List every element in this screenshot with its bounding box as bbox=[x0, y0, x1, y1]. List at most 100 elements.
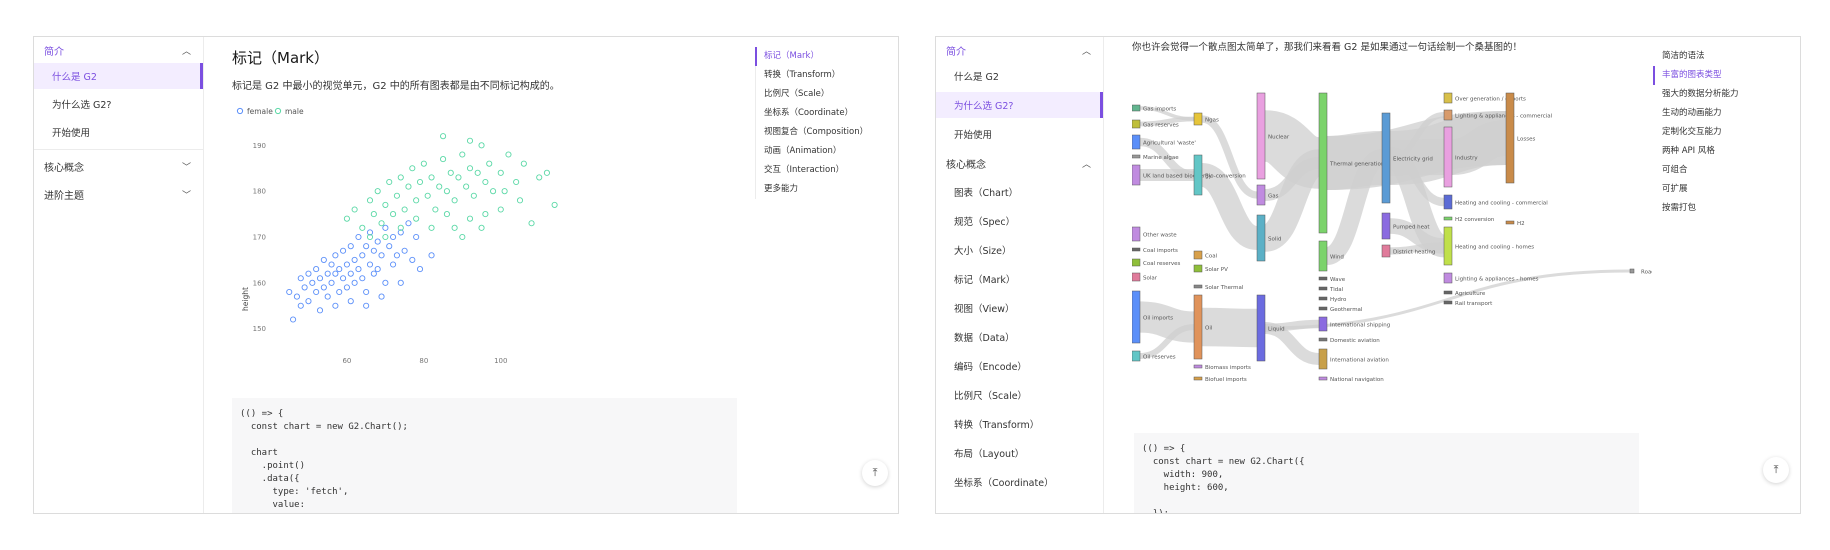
scatter-point-male bbox=[393, 192, 400, 199]
sankey-node-label: Hydro bbox=[1330, 297, 1347, 303]
sidebar-group-intro[interactable]: 简介 ︿ bbox=[936, 37, 1103, 63]
sankey-node-label: Coal imports bbox=[1143, 248, 1178, 254]
sankey-node-label: Oil imports bbox=[1143, 316, 1173, 322]
toc-item[interactable]: 视图复合（Composition） bbox=[756, 123, 868, 142]
code-block[interactable]: (() => { const chart = new G2.Chart(); c… bbox=[232, 398, 737, 513]
sidebar-item-label: 标记（Mark） bbox=[954, 275, 1016, 286]
toc-item[interactable]: 转换（Transform） bbox=[756, 66, 868, 85]
scatter-point-male bbox=[413, 197, 420, 204]
sidebar-group-core-concepts[interactable]: 核心概念 ︿ bbox=[936, 150, 1103, 176]
scatter-point-female bbox=[347, 270, 354, 277]
toc-item[interactable]: 可组合 bbox=[1654, 161, 1739, 180]
scatter-point-male bbox=[382, 233, 389, 241]
sidebar-group-label: 进阶主题 bbox=[44, 190, 84, 202]
toc-item[interactable]: 比例尺（Scale） bbox=[756, 85, 868, 104]
sidebar-item-label: 开始使用 bbox=[52, 128, 91, 139]
scatter-point-male bbox=[455, 174, 462, 181]
sidebar-item-label: 坐标系（Coordinate） bbox=[954, 478, 1054, 489]
toc-item[interactable]: 两种 API 风格 bbox=[1654, 142, 1739, 161]
scatter-point-female bbox=[359, 252, 366, 259]
scatter-point-female bbox=[393, 252, 400, 259]
scatter-point-male bbox=[401, 206, 408, 213]
toc-item[interactable]: 强大的数据分析能力 bbox=[1654, 85, 1739, 104]
sidebar-item-core-3[interactable]: 标记（Mark） bbox=[936, 266, 1103, 292]
legend-label-male: male bbox=[285, 107, 304, 116]
scatter-point-female bbox=[347, 298, 354, 305]
sidebar-item-getting-started[interactable]: 开始使用 bbox=[34, 119, 203, 145]
code-block[interactable]: (() => { const chart = new G2.Chart({ wi… bbox=[1134, 433, 1639, 513]
scatter-point-female bbox=[355, 266, 362, 273]
arrow-up-icon: ⤒ bbox=[1773, 463, 1779, 476]
back-to-top-button[interactable]: ⤒ bbox=[862, 460, 888, 486]
toc-item[interactable]: 标记（Mark） bbox=[755, 47, 868, 66]
scatter-point-male bbox=[516, 197, 524, 204]
scatter-point-male bbox=[463, 183, 470, 190]
toc: 标记（Mark） 转换（Transform） 比例尺（Scale） 坐标系（Coord… bbox=[755, 47, 868, 199]
scatter-point-female bbox=[390, 261, 397, 268]
sidebar-item-why-g2[interactable]: 为什么选 G2? bbox=[34, 91, 203, 117]
back-to-top-button[interactable]: ⤒ bbox=[1763, 457, 1789, 483]
sankey-node bbox=[1318, 316, 1328, 332]
scatter-point-female bbox=[336, 266, 343, 273]
code-line: (() => { bbox=[240, 409, 284, 419]
toc-item[interactable]: 动画（Animation） bbox=[756, 142, 868, 161]
sidebar-item-core-6[interactable]: 编码（Encode） bbox=[936, 353, 1103, 379]
sidebar-group-intro[interactable]: 简介 ︿ bbox=[34, 37, 203, 63]
sankey-node-label: Solid bbox=[1268, 237, 1281, 243]
toc-item[interactable]: 交互（Interaction） bbox=[756, 161, 868, 180]
sidebar-item-core-10[interactable]: 坐标系（Coordinate） bbox=[936, 469, 1103, 495]
sidebar-item-core-1[interactable]: 规范（Spec） bbox=[936, 208, 1103, 234]
sidebar-item-core-5[interactable]: 数据（Data） bbox=[936, 324, 1103, 350]
left-doc-window: 简介 ︿ 什么是 G2 为什么选 G2? 开始使用 核心概念 ﹀ 进阶主题 ﹀ … bbox=[33, 36, 899, 514]
toc-item[interactable]: 可扩展 bbox=[1654, 180, 1739, 199]
toc-item[interactable]: 按需打包 bbox=[1654, 199, 1739, 218]
sidebar-item-what-is-g2[interactable]: 什么是 G2 bbox=[936, 63, 1103, 89]
sidebar-item-core-0[interactable]: 图表（Chart） bbox=[936, 179, 1103, 205]
code-line: .point() bbox=[240, 461, 306, 471]
scatter-point-male bbox=[378, 220, 385, 227]
scatter-point-male bbox=[513, 178, 520, 186]
sankey-node bbox=[1256, 92, 1266, 180]
sidebar-group-advanced[interactable]: 进阶主题 ﹀ bbox=[34, 181, 203, 207]
sidebar-item-label: 布局（Layout） bbox=[954, 449, 1025, 460]
sidebar-item-what-is-g2[interactable]: 什么是 G2 bbox=[34, 63, 203, 89]
sankey-node bbox=[1132, 104, 1141, 112]
sidebar-item-why-g2[interactable]: 为什么选 G2? bbox=[936, 92, 1103, 118]
y-tick-label: 170 bbox=[253, 234, 266, 242]
sidebar-item-core-2[interactable]: 大小（Size） bbox=[936, 237, 1103, 263]
scatter-point-male bbox=[409, 165, 416, 172]
sankey-link bbox=[1199, 163, 1260, 250]
sankey-node bbox=[1132, 258, 1141, 267]
toc-item[interactable]: 定制化交互能力 bbox=[1654, 123, 1739, 142]
toc-item[interactable]: 丰富的图表类型 bbox=[1653, 66, 1739, 85]
sidebar-item-getting-started[interactable]: 开始使用 bbox=[936, 121, 1103, 147]
sankey-node-label: Over generation / exports bbox=[1455, 97, 1526, 103]
sidebar-item-label: 为什么选 G2? bbox=[52, 100, 112, 111]
sankey-node bbox=[1132, 134, 1141, 150]
sankey-node bbox=[1132, 272, 1141, 282]
sankey-node-label: Coal reserves bbox=[1143, 261, 1181, 267]
code-line: width: 900, bbox=[1142, 470, 1224, 480]
sankey-node-label: Tidal bbox=[1329, 287, 1344, 293]
sankey-node bbox=[1318, 296, 1328, 301]
sidebar-item-core-9[interactable]: 布局（Layout） bbox=[936, 440, 1103, 466]
sankey-node-label: National navigation bbox=[1330, 377, 1384, 383]
sidebar-item-core-8[interactable]: 转换（Transform） bbox=[936, 411, 1103, 437]
sidebar-group-core-concepts[interactable]: 核心概念 ﹀ bbox=[34, 153, 203, 179]
toc-item[interactable]: 更多能力 bbox=[756, 180, 868, 199]
toc-item[interactable]: 生动的动画能力 bbox=[1654, 104, 1739, 123]
chevron-down-icon: ﹀ bbox=[181, 190, 191, 201]
toc-item[interactable]: 简洁的语法 bbox=[1654, 47, 1739, 66]
sidebar-item-core-7[interactable]: 比例尺（Scale） bbox=[936, 382, 1103, 408]
scatter-point-female bbox=[316, 307, 324, 314]
sankey-node-label: Oil bbox=[1205, 326, 1213, 332]
sankey-node-label: Gas bbox=[1268, 194, 1279, 200]
sankey-node bbox=[1132, 164, 1141, 186]
sidebar-item-core-4[interactable]: 视图（View） bbox=[936, 295, 1103, 321]
sankey-link bbox=[1261, 149, 1323, 252]
toc-item[interactable]: 坐标系（Coordinate） bbox=[756, 104, 868, 123]
sankey-node-label: Ngas bbox=[1205, 118, 1219, 124]
left-sidebar: 简介 ︿ 什么是 G2 为什么选 G2? 开始使用 核心概念 ﹀ 进阶主题 ﹀ bbox=[34, 37, 204, 513]
sidebar-item-label: 比例尺（Scale） bbox=[954, 391, 1028, 402]
